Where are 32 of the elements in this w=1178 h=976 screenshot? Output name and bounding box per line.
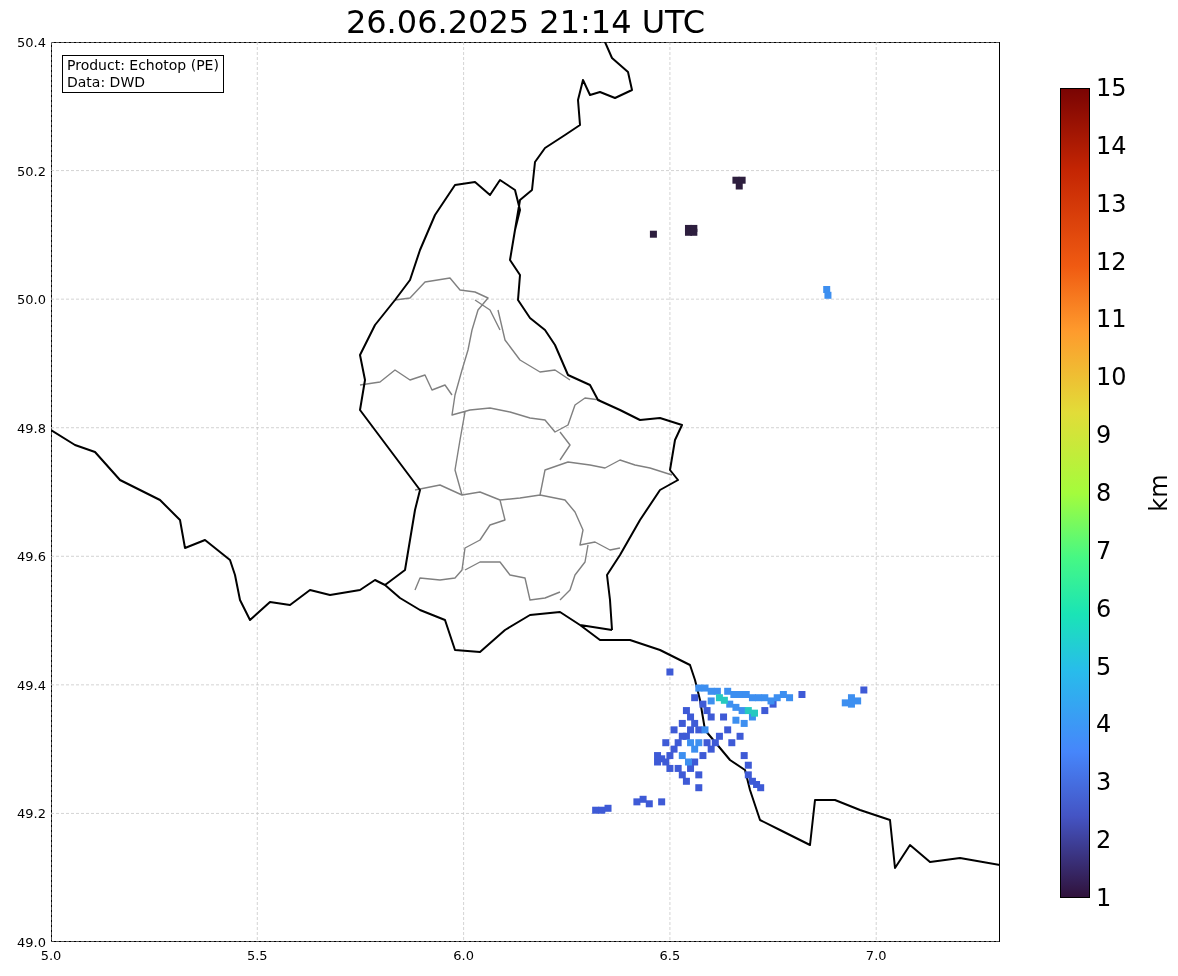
- colorbar-label: km: [1144, 474, 1173, 512]
- colorbar-tick-label: 11: [1096, 305, 1127, 334]
- legend-text: Product: Echotop (PE): [67, 57, 219, 74]
- legend-text: Data: DWD: [67, 74, 146, 91]
- colorbar-tick-label: 1: [1096, 884, 1112, 912]
- y-tick-label: 49.6: [17, 548, 46, 564]
- colorbar-tick-label: 7: [1096, 536, 1112, 565]
- colorbar-tick-label: 2: [1096, 826, 1112, 855]
- colorbar-tick-label: 4: [1096, 710, 1112, 739]
- colorbar-tick-label: 13: [1096, 189, 1127, 218]
- y-tick-label: 49.4: [17, 677, 46, 693]
- x-tick-label: 6.5: [659, 948, 681, 963]
- colorbar-tick-label: 12: [1096, 247, 1127, 276]
- y-tick-label: 49.8: [17, 420, 46, 436]
- colorbar-tick-label: 6: [1096, 594, 1112, 623]
- colorbar-tick-label: 8: [1096, 479, 1112, 507]
- y-tick-label: 49.2: [17, 805, 46, 821]
- colorbar-tick-label: 3: [1096, 768, 1112, 797]
- colorbar-tick-label: 5: [1096, 652, 1112, 681]
- y-tick-label: 50.4: [17, 34, 46, 50]
- chart-title: 26.06.2025 21:14 UTC: [345, 2, 706, 42]
- colorbar-tick-label: 10: [1096, 363, 1127, 392]
- colorbar-tick-label: 15: [1096, 74, 1127, 102]
- y-tick-label: 50.0: [17, 291, 46, 307]
- x-tick-label: 5.0: [40, 948, 62, 963]
- x-tick-label: 7.0: [865, 948, 887, 963]
- x-tick-label: 6.0: [453, 948, 474, 963]
- colorbar-tick-label: 14: [1096, 131, 1127, 160]
- x-tick-label: 5.5: [246, 948, 268, 963]
- y-tick-label: 50.2: [17, 163, 46, 179]
- colorbar-tick-label: 9: [1096, 421, 1112, 450]
- y-tick-label: 49.0: [17, 934, 46, 950]
